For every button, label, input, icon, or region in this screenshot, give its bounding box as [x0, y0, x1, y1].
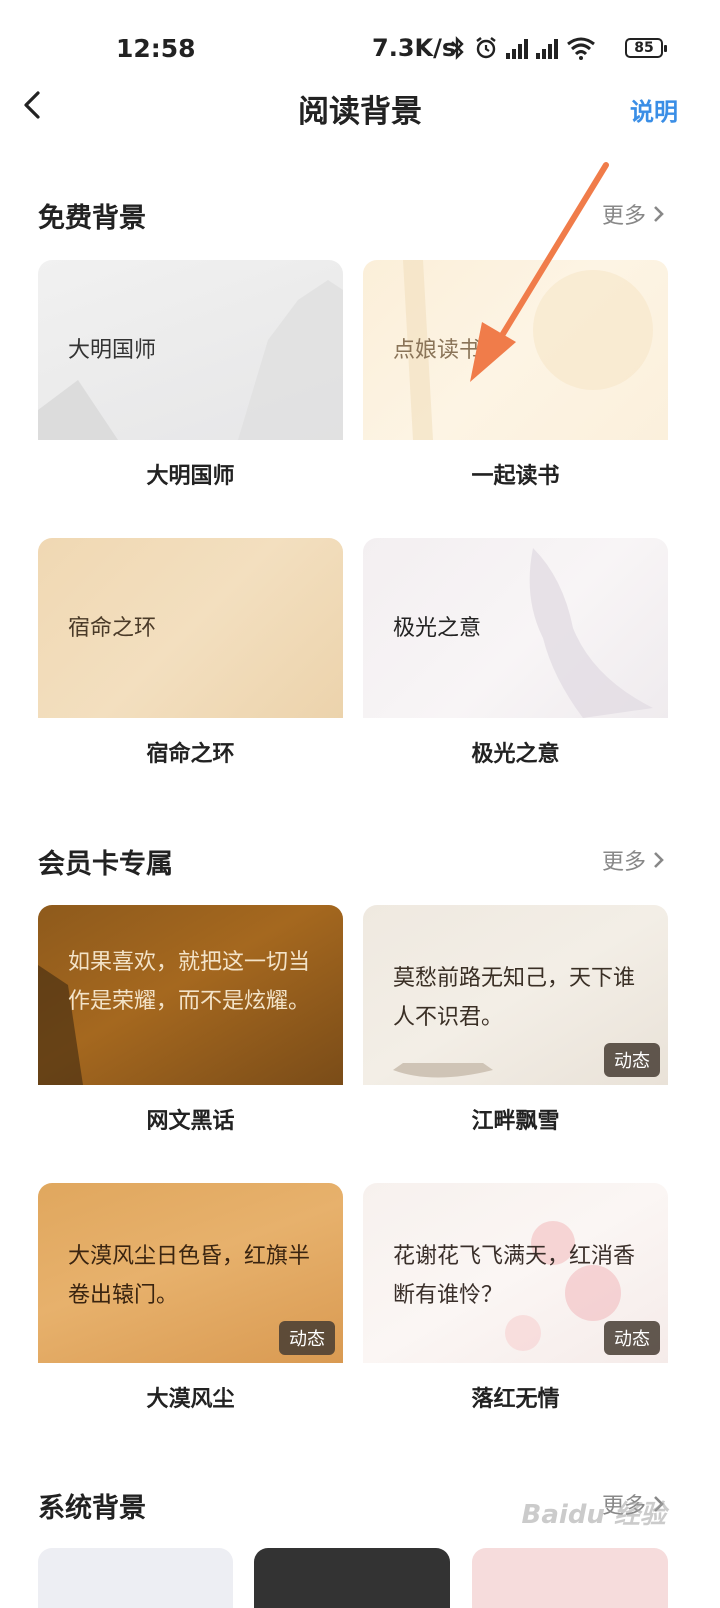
thumbnail-preview-text: 宿命之环 [68, 615, 157, 641]
background-thumbnail: 如果喜欢，就把这一切当作是荣耀，而不是炫耀。 [38, 905, 343, 1085]
wifi-icon [567, 37, 595, 60]
signal-hd-1-icon [506, 37, 528, 59]
dynamic-badge: 动态 [604, 1321, 660, 1355]
chevron-right-icon [654, 852, 664, 868]
free-more-link[interactable]: 更多 [602, 198, 666, 230]
more-label: 更多 [601, 204, 646, 229]
thumbnail-preview-text: 如果喜欢，就把这一切当作是荣耀，而不是炫耀。 [68, 950, 311, 1014]
background-thumbnail: 莫愁前路无知己，天下谁人不识君。 动态 [363, 905, 668, 1085]
background-card-damo[interactable]: 大漠风尘日色昏，红旗半卷出辕门。 动态 大漠风尘 [38, 1183, 343, 1412]
card-name: 大漠风尘 [146, 1387, 235, 1412]
page-title: 阅读背景 [298, 94, 422, 130]
background-thumbnail: 点娘读书中 [363, 260, 668, 440]
card-name: 落红无情 [471, 1387, 560, 1412]
card-name: 江畔飘雪 [471, 1109, 560, 1134]
more-label: 更多 [601, 850, 646, 875]
background-card-read-together[interactable]: 点娘读书中 一起读书 [363, 260, 668, 489]
background-thumbnail: 大漠风尘日色昏，红旗半卷出辕门。 动态 [38, 1183, 343, 1363]
status-time: 12:58 [116, 34, 196, 63]
free-section-header: 免费背景 更多 [38, 196, 666, 236]
member-section-title: 会员卡专属 [38, 849, 173, 880]
background-card-luohong[interactable]: 花谢花飞飞满天，红消香断有谁怜？ 动态 落红无情 [363, 1183, 668, 1412]
alarm-icon [476, 37, 496, 59]
thumbnail-preview-text: 点娘读书中 [393, 337, 504, 363]
background-thumbnail: 花谢花飞飞满天，红消香断有谁怜？ 动态 [363, 1183, 668, 1363]
chevron-right-icon [654, 206, 664, 222]
thumbnail-preview-text: 极光之意 [393, 615, 482, 641]
background-card-aurora[interactable]: 极光之意 极光之意 [363, 538, 668, 767]
free-section-title: 免费背景 [38, 203, 146, 234]
bluetooth-icon [451, 36, 464, 60]
card-name: 宿命之环 [146, 742, 235, 767]
system-bg-dark[interactable] [254, 1548, 450, 1608]
system-bg-pink[interactable] [472, 1548, 668, 1608]
background-card-suming[interactable]: 宿命之环 宿命之环 [38, 538, 343, 767]
nav-bar: 阅读背景 说明 [0, 72, 720, 138]
card-name: 极光之意 [471, 742, 560, 767]
member-more-link[interactable]: 更多 [602, 844, 666, 876]
thumbnail-preview-text: 大明国师 [68, 337, 157, 363]
battery-icon: 85 [625, 38, 667, 58]
signal-hd-2-icon [536, 37, 558, 59]
background-thumbnail: 宿命之环 [38, 538, 343, 718]
system-bg-light[interactable] [38, 1548, 233, 1608]
card-name: 一起读书 [471, 464, 560, 489]
help-link[interactable]: 说明 [630, 92, 678, 127]
member-section-header: 会员卡专属 更多 [38, 842, 666, 882]
watermark-logo: Baidu 经验 [521, 1500, 666, 1530]
card-name: 网文黑话 [146, 1109, 235, 1134]
dynamic-badge: 动态 [279, 1321, 335, 1355]
status-icons [448, 36, 596, 60]
background-thumbnail: 极光之意 [363, 538, 668, 718]
background-card-wangwen[interactable]: 如果喜欢，就把这一切当作是荣耀，而不是炫耀。 网文黑话 [38, 905, 343, 1134]
system-section-title: 系统背景 [38, 1493, 146, 1524]
card-name: 大明国师 [146, 464, 235, 489]
background-thumbnail: 大明国师 [38, 260, 343, 440]
background-card-daming[interactable]: 大明国师 大明国师 [38, 260, 343, 489]
network-speed: 7.3K/s [372, 34, 457, 62]
background-card-jiangpan[interactable]: 莫愁前路无知己，天下谁人不识君。 动态 江畔飘雪 [363, 905, 668, 1134]
dynamic-badge: 动态 [604, 1043, 660, 1077]
